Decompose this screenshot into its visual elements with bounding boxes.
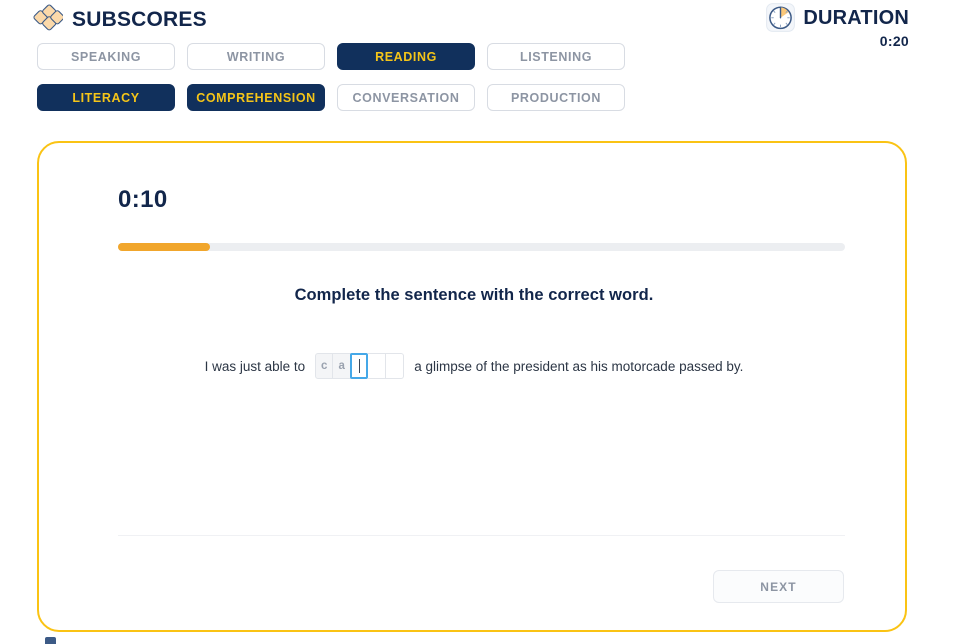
sentence-suffix: a glimpse of the president as his motorc… <box>414 358 744 374</box>
letter-cell-5[interactable] <box>386 353 405 379</box>
letter-cell-2[interactable]: a <box>333 353 352 379</box>
duration-label: DURATION <box>803 6 909 29</box>
header: SUBSCORES DURATION 0:20 SPEAKING WRITING… <box>0 0 957 120</box>
tab-reading[interactable]: READING <box>337 43 475 70</box>
page-bottom-marker <box>45 637 56 644</box>
subscore-tabs-row-1: SPEAKING WRITING READING LISTENING <box>37 43 625 70</box>
app-root: SUBSCORES DURATION 0:20 SPEAKING WRITING… <box>0 0 957 644</box>
next-button[interactable]: NEXT <box>713 570 844 603</box>
clock-timer-icon <box>766 3 796 32</box>
question-card: 0:10 Complete the sentence with the corr… <box>37 141 907 632</box>
duration-block: DURATION <box>766 3 909 32</box>
tab-literacy[interactable]: LITERACY <box>37 84 175 111</box>
letter-cell-1[interactable]: c <box>315 353 334 379</box>
duration-value: 0:20 <box>879 33 909 49</box>
progress-bar-track <box>118 243 845 251</box>
tab-speaking[interactable]: SPEAKING <box>37 43 175 70</box>
question-timer: 0:10 <box>118 186 168 213</box>
letter-input-group[interactable]: c a <box>315 353 405 379</box>
tab-comprehension[interactable]: COMPREHENSION <box>187 84 325 111</box>
question-prompt: Complete the sentence with the correct w… <box>294 286 654 304</box>
subscore-tabs-row-2: LITERACY COMPREHENSION CONVERSATION PROD… <box>37 84 625 111</box>
letter-cell-3-active[interactable] <box>350 353 369 379</box>
sentence-row: I was just able to c a a glimpse of the … <box>39 353 909 379</box>
letter-cell-4[interactable] <box>368 353 387 379</box>
page-title: SUBSCORES <box>72 7 207 31</box>
tab-production[interactable]: PRODUCTION <box>487 84 625 111</box>
brand: SUBSCORES <box>33 4 207 34</box>
tab-writing[interactable]: WRITING <box>187 43 325 70</box>
footer-divider <box>118 535 845 537</box>
text-caret <box>358 359 360 373</box>
sentence-prefix: I was just able to <box>204 358 306 374</box>
diamond-cluster-icon <box>33 4 65 34</box>
tab-conversation[interactable]: CONVERSATION <box>337 84 475 111</box>
subscore-tabs: SPEAKING WRITING READING LISTENING LITER… <box>37 43 625 125</box>
progress-bar-fill <box>118 243 211 251</box>
tab-listening[interactable]: LISTENING <box>487 43 625 70</box>
